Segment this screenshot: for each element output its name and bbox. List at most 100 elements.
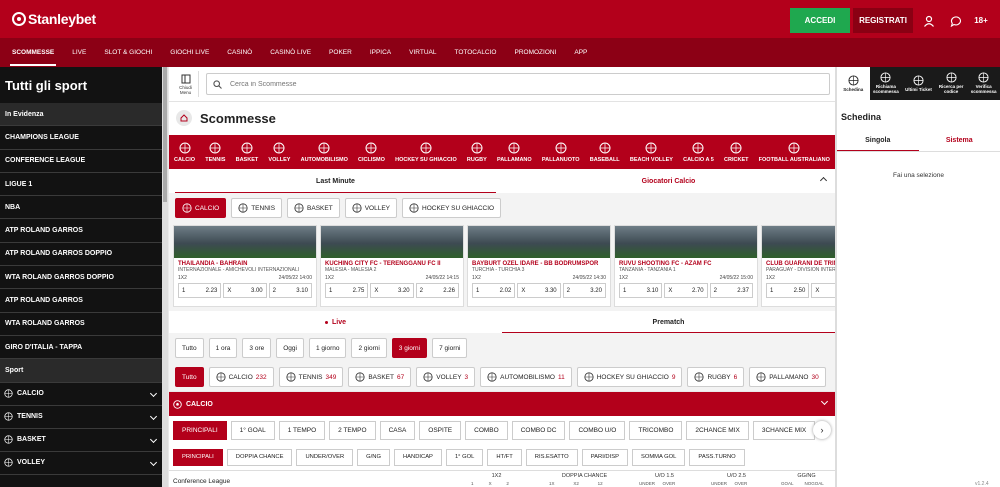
search-box[interactable] <box>206 73 830 95</box>
register-button[interactable]: REGISTRATI <box>853 8 913 33</box>
time-filter-3-giorni[interactable]: 3 giorni <box>391 338 428 358</box>
pill-hockey-su-ghiaccio[interactable]: HOCKEY SU GHIACCIO <box>402 198 502 218</box>
sport-filter-automobilismo[interactable]: AUTOMOBILISMO 11 <box>480 367 572 387</box>
menu-item-totocalcio[interactable]: TOTOCALCIO <box>452 49 498 56</box>
time-filter-1-giorno[interactable]: 1 giorno <box>308 338 347 358</box>
odd-button[interactable]: 1 2.02 <box>472 283 516 298</box>
sport-tab-basket[interactable]: BASKET <box>236 142 258 163</box>
market-group-combo[interactable]: COMBO <box>465 420 508 440</box>
time-filter-7-giorni[interactable]: 7 giorni <box>432 338 468 358</box>
menu-item-live[interactable]: LIVE <box>70 49 88 56</box>
odd-button[interactable]: 1 2.75 <box>325 283 369 298</box>
sport-filter-hockey-su-ghiaccio[interactable]: HOCKEY SU GHIACCIO 9 <box>576 367 683 387</box>
tab-last-minute[interactable]: Last Minute <box>169 169 502 193</box>
sport-tab-calcio-a-5[interactable]: CALCIO A 5 <box>683 142 714 163</box>
market-doppia-chance[interactable]: DOPPIA CHANCE <box>226 448 293 466</box>
next-arrow-icon[interactable]: › <box>813 421 831 439</box>
sport-filter-pallamano[interactable]: PALLAMANO 30 <box>749 367 826 387</box>
odd-button[interactable]: 1 2.50 <box>766 283 810 298</box>
event-name[interactable]: BAYBURT OZEL IDARE - BB BODRUMSPOR <box>468 258 610 267</box>
event-name[interactable]: THAILANDIA - BAHRAIN <box>174 258 316 267</box>
sport-tab-baseball[interactable]: BASEBALL <box>590 142 620 163</box>
market-pass-turno[interactable]: PASS.TURNO <box>689 448 745 466</box>
sport-tab-pallanuoto[interactable]: PALLANUOTO <box>542 142 580 163</box>
betslip-tab-schedina[interactable]: Schedina <box>837 67 870 100</box>
pill-calcio[interactable]: CALCIO <box>175 198 227 218</box>
odd-button[interactable]: 2 3.10 <box>268 283 312 298</box>
hide-menu-button[interactable]: Chiudi Menu <box>173 71 199 97</box>
chat-icon[interactable] <box>944 8 968 33</box>
betslip-tab-richiama-scommessa[interactable]: Richiama scommessa <box>870 67 903 100</box>
odd-button[interactable]: X <box>811 283 835 298</box>
sport-tab-cricket[interactable]: CRICKET <box>724 142 749 163</box>
tab-giocatori-calcio[interactable]: Giocatori Calcio <box>502 169 835 193</box>
menu-item-poker[interactable]: POKER <box>327 49 354 56</box>
tab-live[interactable]: Live <box>169 311 502 333</box>
market-group-1-goal[interactable]: 1° GOAL <box>230 420 275 440</box>
market-pari-disp[interactable]: PARI/DISP <box>581 448 628 466</box>
betslip-tab-ultimi-ticket[interactable]: Ultimi Ticket <box>902 67 935 100</box>
sport-tab-hockey-su-ghiaccio[interactable]: HOCKEY SU GHIACCIO <box>395 142 457 163</box>
odd-button[interactable]: 1 3.10 <box>619 283 663 298</box>
sport-tab-pallamano[interactable]: PALLAMANO <box>497 142 532 163</box>
sport-filter-tennis[interactable]: TENNIS 349 <box>278 367 344 387</box>
time-filter-tutto[interactable]: Tutto <box>175 338 204 358</box>
time-filter-oggi[interactable]: Oggi <box>276 338 304 358</box>
event-name[interactable]: KUCHING CITY FC - TERENGGANU FC II <box>321 258 463 267</box>
sport-tab-volley[interactable]: VOLLEY <box>268 142 290 163</box>
sidebar-sport-volley[interactable]: VOLLEY <box>0 452 162 475</box>
collapse-icon[interactable] <box>819 176 828 185</box>
sport-tab-tennis[interactable]: TENNIS <box>205 142 225 163</box>
sport-tab-automobilismo[interactable]: AUTOMOBILISMO <box>301 142 348 163</box>
market-under-over[interactable]: UNDER/OVER <box>296 448 354 466</box>
market-handicap[interactable]: HANDICAP <box>393 448 442 466</box>
sidebar-item-champions-league[interactable]: CHAMPIONS LEAGUE <box>0 126 162 150</box>
chevron-down-icon[interactable] <box>149 389 158 397</box>
sidebar-sport-calcio[interactable]: CALCIO <box>0 383 162 406</box>
market-group-combo-dc[interactable]: COMBO DC <box>511 420 566 440</box>
market-principali[interactable]: PRINCIPALI <box>173 448 223 466</box>
market-group-2chance-mix[interactable]: 2CHANCE MIX <box>686 420 749 440</box>
sport-tab-calcio[interactable]: CALCIO <box>174 142 195 163</box>
sidebar-item-atp-roland-garros[interactable]: ATP ROLAND GARROS <box>0 219 162 243</box>
betslip-tab-ricerca-per-codice[interactable]: Ricerca per codice <box>935 67 968 100</box>
odd-button[interactable]: 2 2.37 <box>709 283 753 298</box>
market-group-casa[interactable]: CASA <box>379 420 416 440</box>
market-somma-gol[interactable]: SOMMA GOL <box>631 448 686 466</box>
menu-item-giochi-live[interactable]: GIOCHI LIVE <box>168 49 211 56</box>
tab-sistema[interactable]: Sistema <box>919 130 1000 151</box>
chevron-down-icon[interactable] <box>149 458 158 466</box>
odd-button[interactable]: X 3.30 <box>517 283 561 298</box>
sidebar-item-giro-d-italia-tappa[interactable]: GIRO D'ITALIA - TAPPA <box>0 336 162 360</box>
market-group-2-tempo[interactable]: 2 TEMPO <box>329 420 376 440</box>
brand-logo[interactable]: Stanleybet <box>12 10 96 28</box>
time-filter-1-ora[interactable]: 1 ora <box>208 338 238 358</box>
betslip-tab-verifica-scommessa[interactable]: Verifica scommessa <box>967 67 1000 100</box>
event-card[interactable]: KUCHING CITY FC - TERENGGANU FC II MALESI… <box>320 225 464 307</box>
market-ht-ft[interactable]: HT/FT <box>487 448 522 466</box>
event-card[interactable]: CLUB GUARANI DE TRINIDADPARAGUAY - DIVIS… <box>761 225 835 307</box>
sidebar-scroll-thumb[interactable] <box>163 67 167 202</box>
market-1-gol[interactable]: 1° GOL <box>445 448 484 466</box>
sidebar-item-atp-roland-garros[interactable]: ATP ROLAND GARROS <box>0 289 162 313</box>
event-card[interactable]: THAILANDIA - BAHRAIN INTERNAZIONALE - AMI… <box>173 225 317 307</box>
tab-singola[interactable]: Singola <box>837 130 919 151</box>
sidebar-item-wta-roland-garros-doppio[interactable]: WTA ROLAND GARROS DOPPIO <box>0 266 162 290</box>
menu-item-ippica[interactable]: IPPICA <box>368 49 393 56</box>
pill-basket[interactable]: BASKET <box>287 198 340 218</box>
sidebar-sport-tennis[interactable]: TENNIS <box>0 406 162 429</box>
chevron-down-icon[interactable] <box>149 412 158 420</box>
odd-button[interactable]: X 3.20 <box>370 283 414 298</box>
sport-tab-football-australiano[interactable]: FOOTBALL AUSTRALIANO <box>759 142 830 163</box>
league-name[interactable]: Conference League <box>173 478 230 485</box>
odd-button[interactable]: X 3.00 <box>223 283 267 298</box>
sport-tab-beach-volley[interactable]: BEACH VOLLEY <box>630 142 673 163</box>
menu-item-slot-giochi[interactable]: SLOT & GIOCHI <box>102 49 154 56</box>
time-filter-3-ore[interactable]: 3 ore <box>242 338 272 358</box>
event-name[interactable]: CLUB GUARANI DE TRINIDAD <box>762 258 835 267</box>
odd-button[interactable]: 1 2.23 <box>178 283 222 298</box>
section-calcio-header[interactable]: CALCIO <box>169 392 835 416</box>
search-input[interactable] <box>230 80 790 88</box>
tab-prematch[interactable]: Prematch <box>502 311 835 333</box>
chevron-down-icon[interactable] <box>149 435 158 443</box>
